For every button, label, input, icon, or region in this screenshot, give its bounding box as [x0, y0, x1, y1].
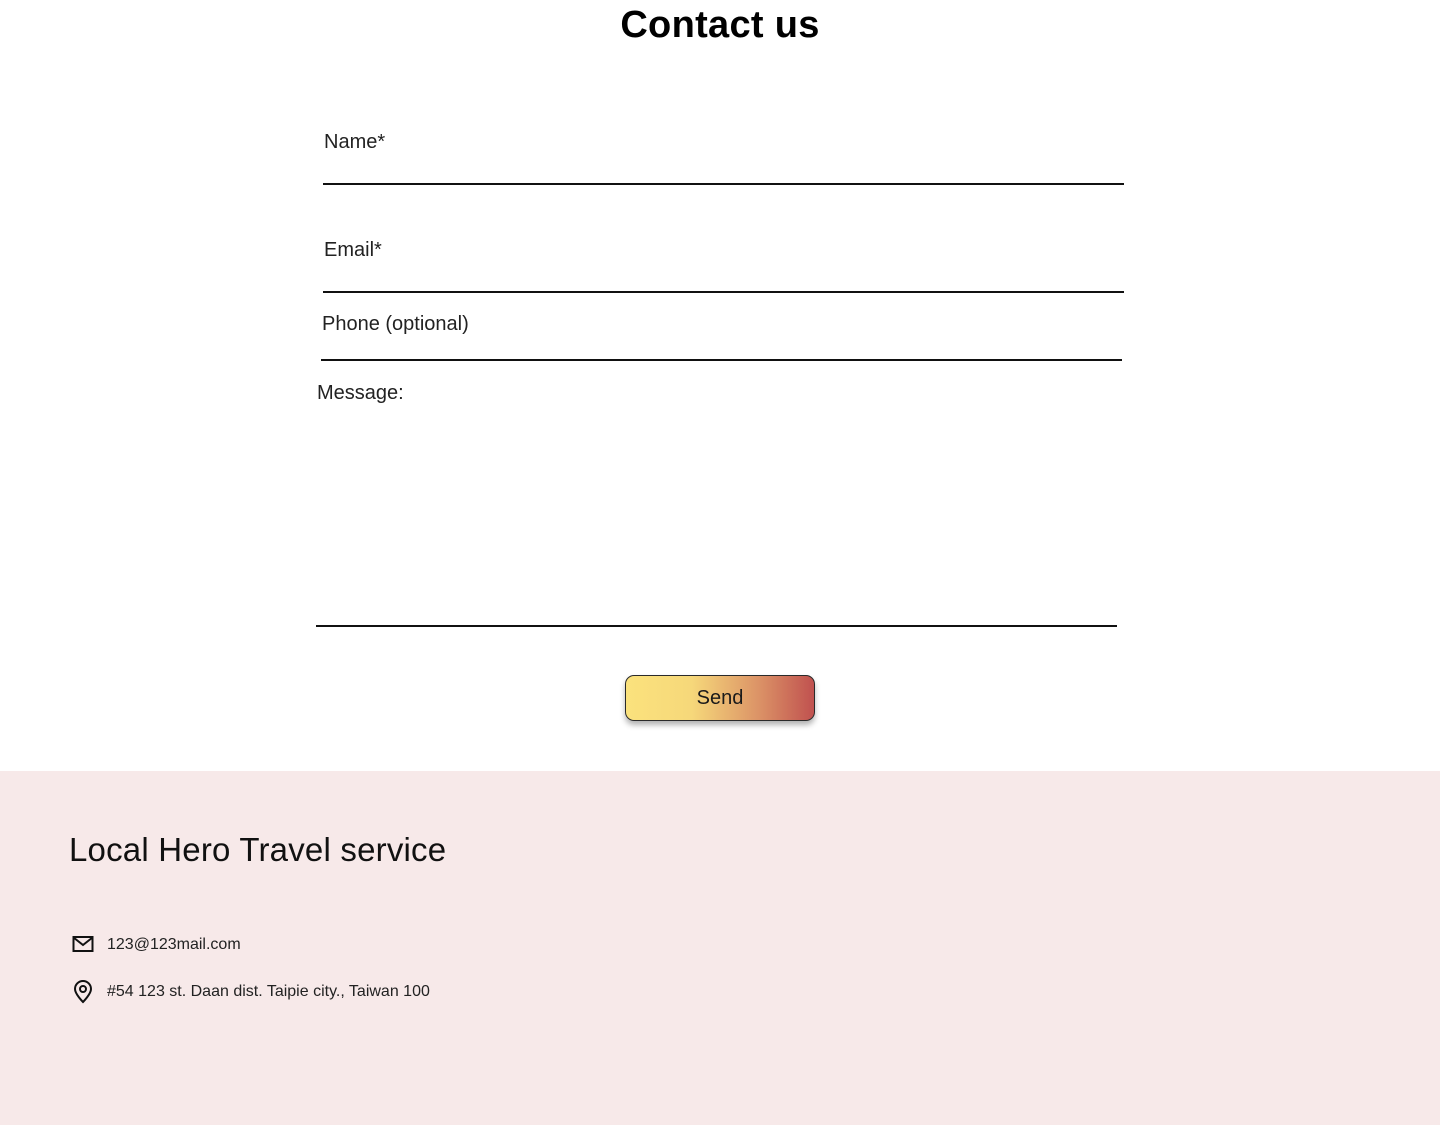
map-pin-icon [70, 979, 96, 1005]
email-input[interactable] [323, 265, 1124, 289]
contact-page: Contact us Name* Email* Phone (optional)… [0, 0, 1440, 1125]
phone-input[interactable] [321, 333, 1122, 357]
name-label: Name* [324, 131, 386, 153]
name-field[interactable]: Name* [323, 120, 1124, 185]
phone-field[interactable]: Phone (optional) [321, 304, 1122, 361]
footer-address-row: #54 123 st. Daan dist. Taipie city., Tai… [70, 979, 430, 1005]
footer: Local Hero Travel service 123@123mail.co… [0, 771, 1440, 1125]
name-input[interactable] [323, 157, 1124, 181]
footer-title: Local Hero Travel service [69, 831, 447, 868]
message-label: Message: [317, 382, 404, 404]
footer-email-link[interactable]: 123@123mail.com [107, 936, 241, 954]
send-button[interactable]: Send [625, 675, 815, 721]
envelope-icon [70, 932, 96, 958]
email-label: Email* [324, 239, 382, 261]
message-textarea[interactable] [316, 416, 1117, 621]
email-field[interactable]: Email* [323, 228, 1124, 293]
footer-address-text: #54 123 st. Daan dist. Taipie city., Tai… [107, 983, 430, 1000]
footer-email-row: 123@123mail.com [70, 932, 241, 958]
message-field[interactable]: Message: [316, 372, 1117, 627]
page-title: Contact us [620, 4, 820, 46]
